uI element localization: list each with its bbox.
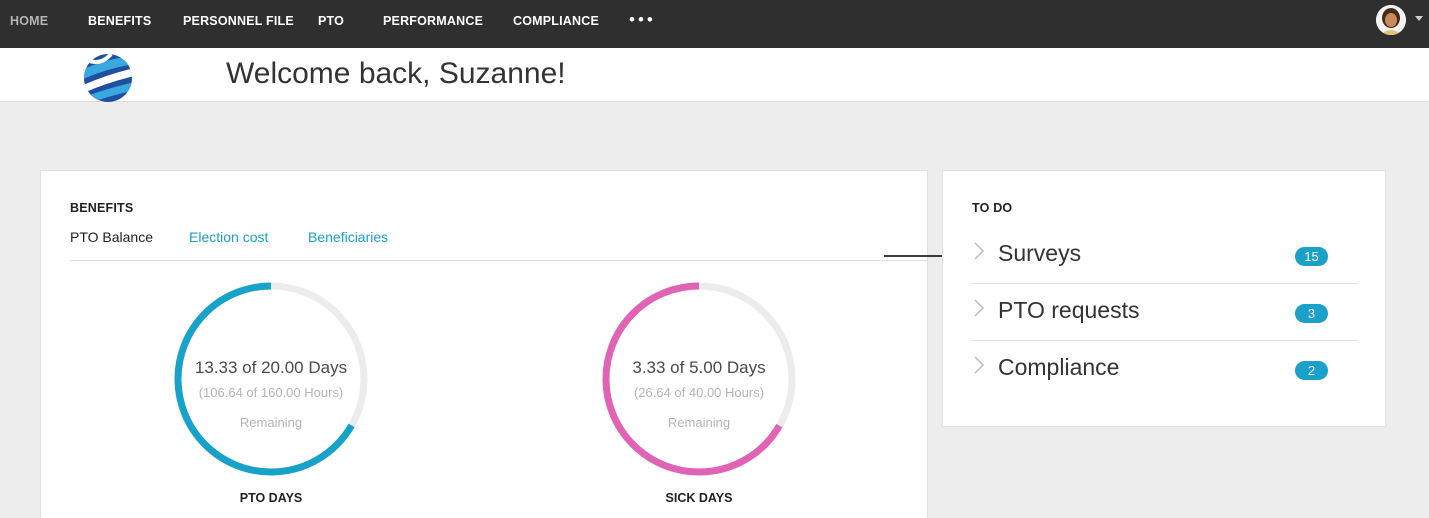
welcome-heading: Welcome back, Suzanne! — [226, 57, 566, 90]
caret-down-icon[interactable] — [1415, 16, 1423, 21]
nav-pto[interactable]: PTO — [318, 14, 344, 28]
chevron-right-icon — [974, 356, 985, 374]
chevron-right-icon — [974, 242, 985, 260]
todo-item-label: Compliance — [998, 354, 1120, 380]
pto-hours-value: (106.64 of 160.00 Hours) — [198, 385, 344, 400]
benefits-card: BENEFITS PTO Balance Election cost Benef… — [40, 170, 928, 518]
top-nav: HOME BENEFITS PERSONNEL FILE PTO PERFORM… — [0, 0, 1429, 48]
chevron-right-icon — [974, 299, 985, 317]
tab-beneficiaries[interactable]: Beneficiaries — [308, 229, 388, 245]
todo-card: TO DO Surveys 15 PTO requests 3 Complian… — [942, 170, 1386, 427]
todo-item-label: PTO requests — [998, 297, 1140, 323]
tab-election-cost[interactable]: Election cost — [189, 229, 268, 245]
user-avatar[interactable] — [1376, 5, 1406, 35]
todo-item-pto-requests[interactable]: PTO requests 3 — [972, 284, 1358, 341]
pto-days-value: 13.33 of 20.00 Days — [194, 358, 348, 377]
nav-home[interactable]: HOME — [10, 14, 48, 28]
nav-benefits[interactable]: BENEFITS — [88, 14, 151, 28]
globe-logo — [84, 54, 132, 102]
sick-donut-chart — [602, 282, 796, 476]
todo-item-surveys[interactable]: Surveys 15 — [972, 227, 1358, 284]
page-header: Welcome back, Suzanne! — [0, 48, 1429, 102]
avatar-icon — [1376, 5, 1406, 35]
tab-pto-balance[interactable]: PTO Balance — [70, 229, 153, 245]
todo-item-compliance[interactable]: Compliance 2 — [972, 341, 1358, 398]
nav-performance[interactable]: PERFORMANCE — [383, 14, 483, 28]
benefits-title: BENEFITS — [70, 201, 134, 215]
sick-hours-value: (26.64 of 40.00 Hours) — [633, 385, 765, 400]
count-badge: 15 — [1295, 247, 1328, 266]
count-badge: 3 — [1295, 304, 1328, 323]
sick-remaining-label: Remaining — [667, 415, 731, 430]
more-dots-icon[interactable]: ••• — [629, 10, 656, 30]
pto-days-label: PTO DAYS — [239, 491, 303, 505]
todo-title: TO DO — [972, 201, 1013, 215]
tab-divider — [70, 260, 928, 261]
sick-days-label: SICK DAYS — [665, 491, 733, 505]
pto-remaining-label: Remaining — [239, 415, 303, 430]
sick-days-value: 3.33 of 5.00 Days — [632, 358, 766, 377]
count-badge: 2 — [1295, 361, 1328, 380]
todo-item-label: Surveys — [998, 240, 1082, 266]
nav-personnel-file[interactable]: PERSONNEL FILE — [183, 14, 294, 28]
nav-compliance[interactable]: COMPLIANCE — [513, 14, 599, 28]
pto-donut-chart — [174, 282, 368, 476]
